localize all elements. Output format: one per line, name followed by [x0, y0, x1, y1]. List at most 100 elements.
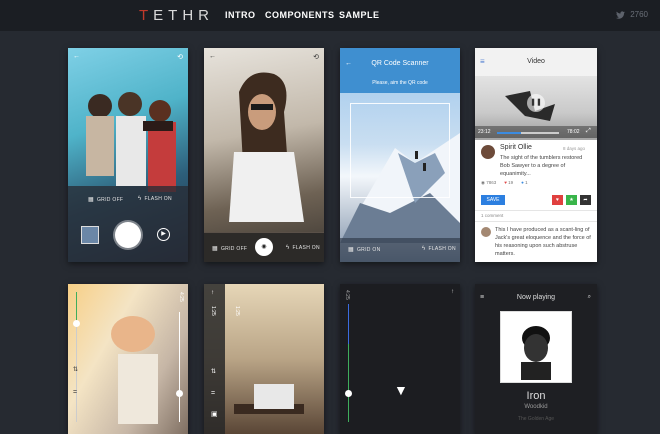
nav-sample[interactable]: SAMPLE — [339, 10, 380, 20]
logo-text: ETHR — [153, 7, 215, 24]
gallery-icon[interactable]: ▣ — [211, 410, 218, 418]
back-arrow-icon[interactable]: ← — [73, 53, 80, 60]
camera-shutter-button[interactable]: ◉ — [255, 238, 273, 256]
save-button[interactable]: SAVE — [481, 195, 505, 205]
flash-toggle[interactable]: ϟ FLASH ON — [422, 246, 456, 252]
rotated-photo — [111, 316, 158, 424]
author-name[interactable]: Spirit Ollie — [500, 144, 532, 151]
zoom-value: 4:25 — [344, 290, 350, 300]
zoom-value: 1:25 — [210, 306, 216, 316]
menu-icon[interactable]: = — [211, 390, 215, 397]
grid-label: GRID OFF — [220, 245, 248, 252]
time-total: 78:02 — [567, 129, 580, 135]
logo[interactable]: TETHR — [139, 7, 214, 24]
zoom-fill — [348, 344, 349, 422]
grid-icon: ▦ — [88, 197, 94, 203]
flash-toggle[interactable]: ϟ FLASH ON — [286, 245, 320, 251]
flash-toggle[interactable]: ϟ FLASH ON — [138, 196, 172, 202]
nav-intro[interactable]: INTRO — [225, 10, 256, 20]
grid-icon: ▦ — [212, 246, 218, 252]
video-mode-icon[interactable]: ▶ — [157, 228, 170, 241]
flash-label: FLASH ON — [428, 246, 456, 252]
grid-label: GRID OFF — [96, 196, 124, 203]
grid-icon: ▦ — [348, 247, 354, 253]
track-title: Iron — [526, 390, 546, 402]
comments-header: 1 comment — [481, 213, 504, 218]
heart-icon: ♥ — [504, 180, 507, 185]
flash-icon: ϟ — [422, 246, 426, 252]
video-card[interactable]: ≡ Video ❚❚ 23:12 78:02 ⤢ Spirit Ollie 8 … — [475, 48, 597, 262]
time-current: 23:12 — [478, 129, 491, 135]
commenter-avatar[interactable] — [481, 227, 491, 237]
gallery-thumbnail[interactable] — [81, 226, 99, 244]
qr-target-frame — [350, 103, 450, 198]
search-icon[interactable]: ⌕ — [588, 294, 591, 301]
menu-icon[interactable]: = — [73, 389, 77, 396]
exposure-track[interactable] — [179, 312, 180, 422]
nav-components[interactable]: COMPONENTS — [265, 10, 335, 20]
skate-photo — [234, 384, 304, 414]
like-button[interactable]: ♥ — [552, 195, 563, 205]
progress-track[interactable] — [497, 132, 559, 134]
back-arrow-icon[interactable]: ← — [209, 53, 216, 60]
artist-name: Woodkid — [524, 404, 548, 410]
flash-icon: ϟ — [138, 196, 142, 202]
girl-photo — [204, 72, 324, 262]
post-age: 8 days ago — [563, 146, 586, 151]
eye-icon: ◉ — [481, 180, 485, 185]
qr-scanner-card[interactable]: ← QR Code Scanner Please, aim the QR cod… — [340, 48, 460, 262]
grid-toggle[interactable]: ▦ GRID OFF — [88, 196, 124, 204]
zoom-value: 4:25 — [178, 292, 184, 302]
qr-title: QR Code Scanner — [371, 60, 429, 67]
share-button[interactable]: ➦ — [580, 195, 591, 205]
grid-toggle[interactable]: ▦ GRID ON — [348, 246, 381, 254]
flip-icon[interactable]: ⇅ — [73, 366, 78, 373]
zoom-handle[interactable] — [345, 390, 352, 397]
album-name: The Golden Age — [517, 416, 555, 422]
exposure-value: 1:25 — [234, 306, 240, 316]
flash-label: FLASH ON — [144, 196, 172, 202]
camera-card-2[interactable]: ← ⟲ ▦ GRID OFF ◉ ϟ FLASH ON — [204, 48, 324, 262]
flash-icon: ϟ — [286, 245, 290, 251]
post-text: The sight of the tumblers restored Bob S… — [500, 155, 583, 177]
camera-card-1[interactable]: ← ⟲ ▦ GRID OFF ϟ FLASH ON ▶ — [68, 48, 188, 262]
post-stats: ◉ 7863 ♥ 19 ● 1 — [481, 180, 528, 186]
back-arrow-icon[interactable]: ↑ — [451, 289, 454, 295]
grid-toggle[interactable]: ▦ GRID OFF — [212, 245, 248, 253]
switch-camera-icon[interactable]: ⟲ — [177, 53, 183, 61]
rotated-camera-card-1[interactable]: ⇅ = 4:25 — [68, 284, 188, 434]
album-art — [500, 311, 572, 383]
now-playing-header: Now playing — [516, 294, 556, 301]
back-arrow-icon[interactable]: ↑ — [211, 290, 214, 296]
dark-camera-card[interactable]: 4:25 ↑ ▼ — [340, 284, 460, 434]
grid-label: GRID ON — [356, 246, 381, 253]
flash-label: FLASH ON — [292, 245, 320, 251]
pause-icon[interactable]: ❚❚ — [527, 94, 545, 112]
music-player-card[interactable]: ≡ Now playing ⌕ Iron Woodkid The Golden … — [475, 284, 597, 434]
rotated-camera-card-2[interactable]: ↑ 1:25 ⇅ = ▣ 1:25 — [204, 284, 324, 434]
shutter-button[interactable] — [115, 222, 141, 248]
camera-icon: ◉ — [261, 244, 267, 250]
divider — [475, 221, 597, 222]
qr-hint: Please, aim the QR code — [372, 80, 428, 86]
switch-camera-icon[interactable]: ⟲ — [313, 53, 319, 61]
play-icon[interactable]: ▼ — [394, 382, 408, 398]
album-portrait — [521, 326, 551, 380]
views-stat: ◉ 7863 — [481, 180, 497, 185]
twitter-count: 2760 — [630, 10, 648, 19]
progress-fill — [497, 132, 521, 134]
exposure-handle[interactable] — [176, 390, 183, 397]
comment-icon: ● — [521, 180, 524, 185]
twitter-icon — [616, 10, 626, 19]
author-avatar[interactable] — [481, 145, 495, 159]
twitter-counter[interactable]: 2760 — [616, 10, 648, 19]
qr-header — [340, 48, 460, 93]
flip-icon[interactable]: ⇅ — [211, 368, 216, 375]
video-title: Video — [527, 58, 545, 65]
fullscreen-icon[interactable]: ⤢ — [586, 128, 591, 135]
star-button[interactable]: ★ — [566, 195, 577, 205]
zoom-fill — [76, 292, 77, 322]
divider — [475, 210, 597, 211]
comments-stat: ● 1 — [521, 180, 528, 185]
zoom-handle[interactable] — [73, 320, 80, 327]
